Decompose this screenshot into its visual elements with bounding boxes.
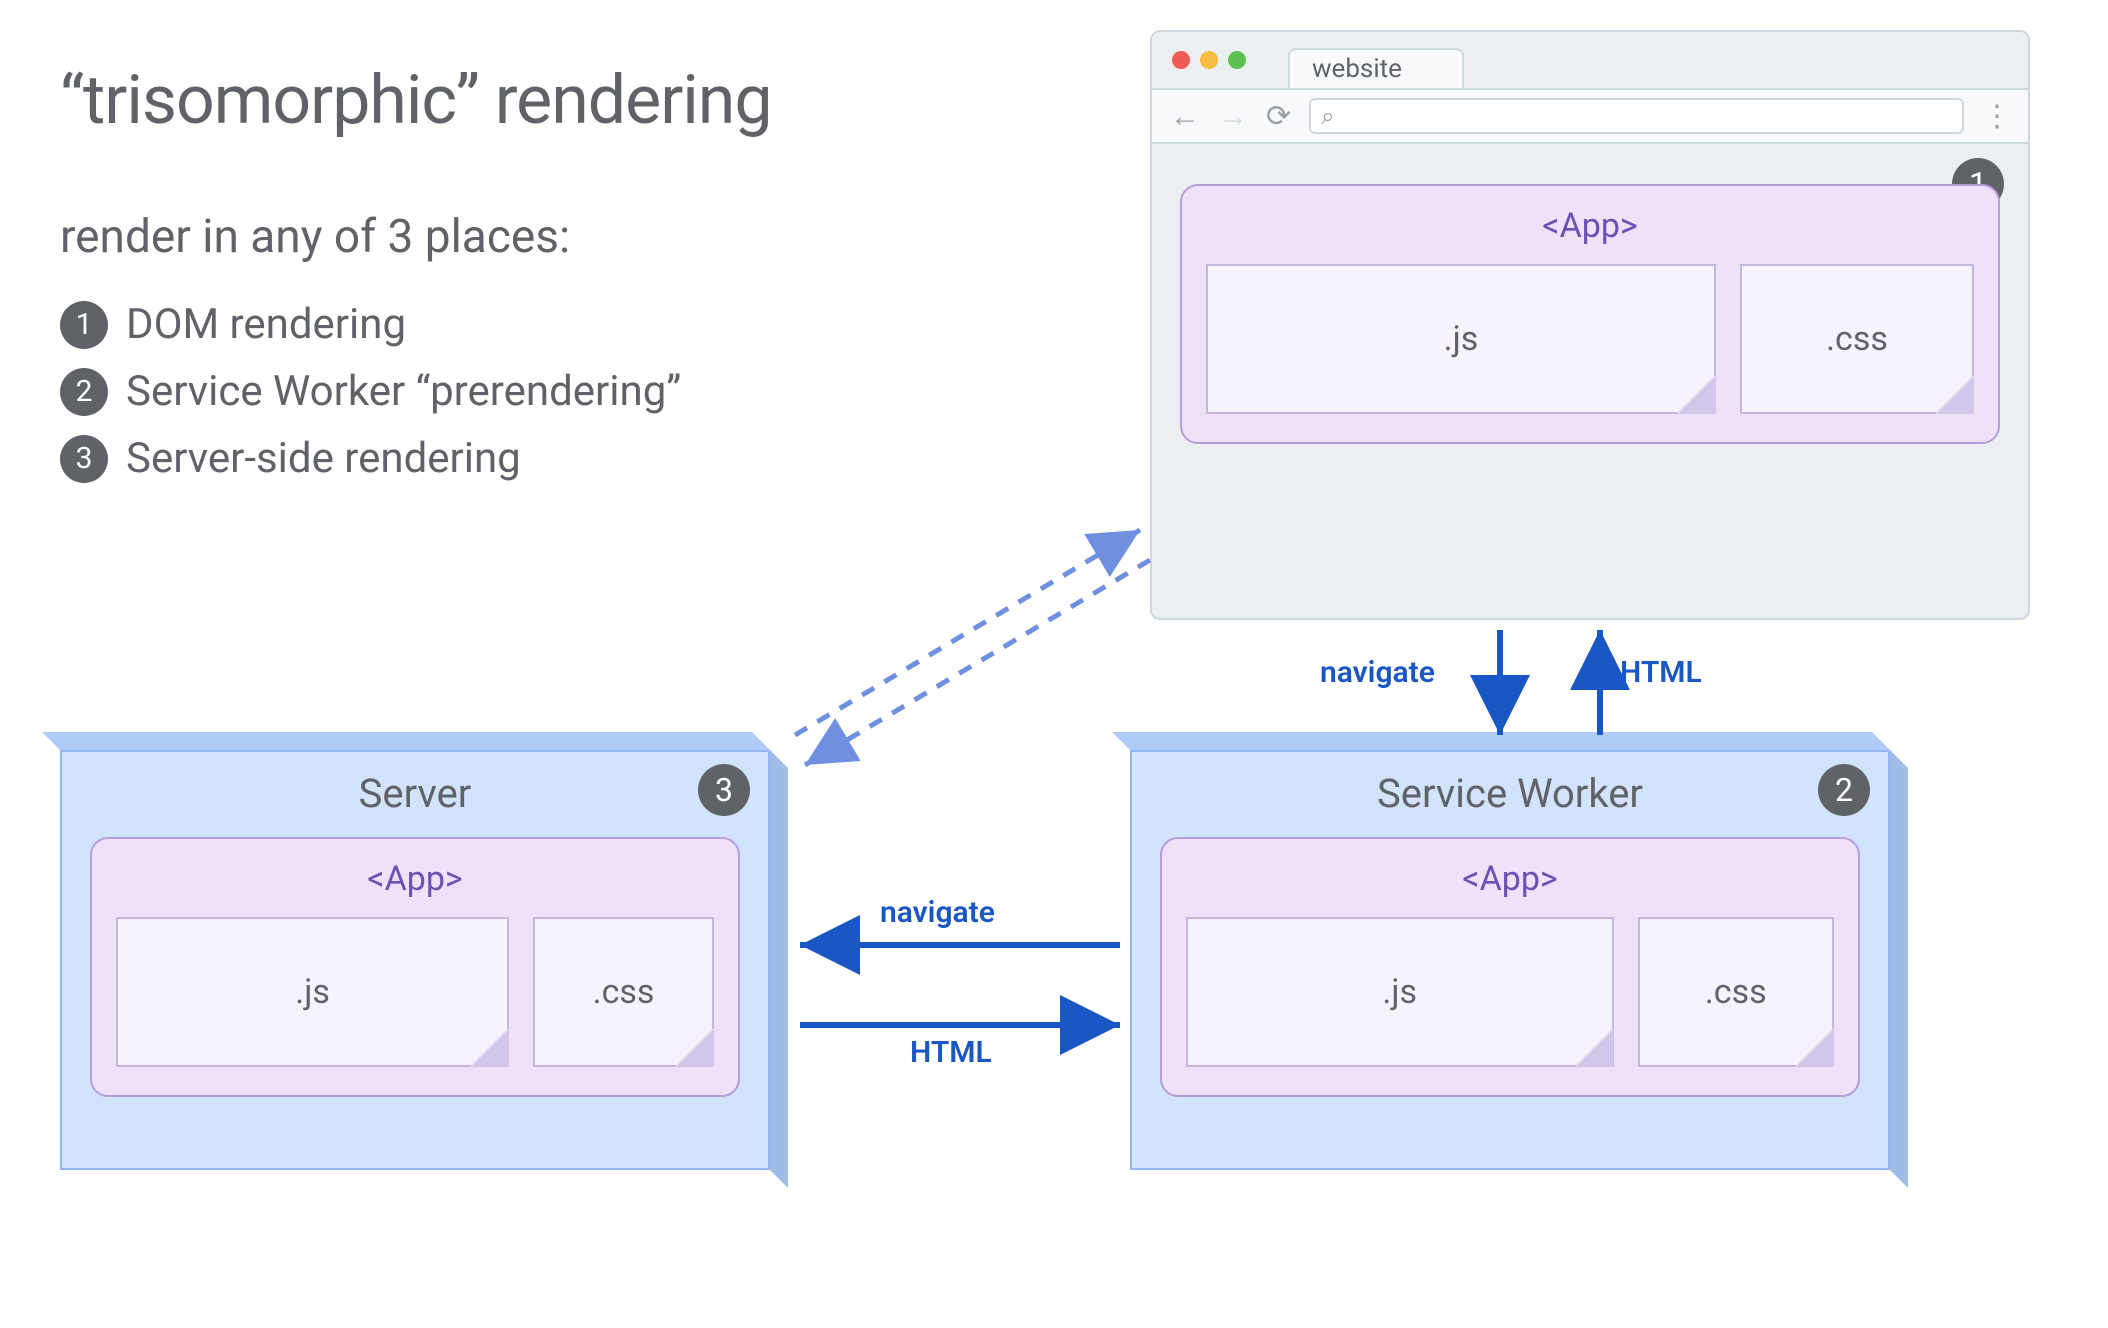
file-css: .css: [1638, 917, 1835, 1067]
app-card: <App> .js .css: [90, 837, 740, 1097]
list-badge-2: 2: [60, 368, 108, 416]
browser-tab: website: [1288, 48, 1464, 88]
list-badge-3: 3: [60, 435, 108, 483]
search-icon: ⌕: [1321, 102, 1334, 130]
file-css-label: .css: [1826, 319, 1888, 359]
forward-icon: →: [1218, 99, 1248, 134]
minimize-icon: [1200, 51, 1218, 69]
list-item: 3 Server-side rendering: [60, 434, 681, 483]
file-css: .css: [533, 917, 714, 1067]
tab-label: website: [1312, 54, 1402, 84]
service-worker-panel: Service Worker 2 <App> .js .css: [1130, 750, 1890, 1170]
arrow-label-html-right: HTML: [910, 1035, 992, 1070]
browser-toolbar: ← → ⟳ ⌕ ⋮: [1152, 88, 2028, 144]
file-js-label: .js: [1382, 972, 1417, 1012]
app-title: <App>: [1186, 855, 1834, 917]
reload-icon: ⟳: [1266, 99, 1291, 134]
page-fold-icon: [1676, 374, 1716, 414]
server-title: Server: [62, 752, 768, 829]
app-title: <App>: [1206, 202, 1974, 264]
traffic-lights: [1172, 51, 1246, 69]
page-fold-icon: [1794, 1027, 1834, 1067]
list-label: Service Worker “prerendering”: [126, 367, 681, 416]
file-css-label: .css: [593, 972, 655, 1012]
close-icon: [1172, 51, 1190, 69]
url-bar: ⌕: [1309, 98, 1964, 134]
sw-title: Service Worker: [1132, 752, 1888, 829]
page-fold-icon: [469, 1027, 509, 1067]
file-js: .js: [116, 917, 509, 1067]
file-css-label: .css: [1705, 972, 1767, 1012]
browser-window: website ← → ⟳ ⌕ ⋮ 1 <App> .js .css: [1150, 30, 2030, 620]
server-badge: 3: [698, 764, 750, 816]
file-js: .js: [1206, 264, 1716, 414]
arrow-browser-to-server-dashed: [805, 560, 1150, 765]
arrow-server-to-browser-dashed: [795, 530, 1140, 735]
diagram-title: “trisomorphic” rendering: [60, 60, 772, 140]
list-badge-1: 1: [60, 301, 108, 349]
page-fold-icon: [674, 1027, 714, 1067]
browser-viewport: <App> .js .css: [1152, 144, 2028, 472]
arrow-label-navigate-left: navigate: [880, 895, 995, 930]
arrow-label-html-up: HTML: [1620, 655, 1702, 690]
file-js: .js: [1186, 917, 1614, 1067]
diagram-subtitle: render in any of 3 places:: [60, 210, 570, 264]
app-card: <App> .js .css: [1180, 184, 2000, 444]
places-list: 1 DOM rendering 2 Service Worker “preren…: [60, 300, 681, 501]
list-item: 2 Service Worker “prerendering”: [60, 367, 681, 416]
file-js-label: .js: [295, 972, 330, 1012]
browser-tabbar: website: [1152, 32, 2028, 88]
sw-badge: 2: [1818, 764, 1870, 816]
list-label: Server-side rendering: [126, 434, 521, 483]
server-panel: Server 3 <App> .js .css: [60, 750, 770, 1170]
back-icon: ←: [1170, 99, 1200, 134]
file-css: .css: [1740, 264, 1974, 414]
maximize-icon: [1228, 51, 1246, 69]
app-title: <App>: [116, 855, 714, 917]
app-card: <App> .js .css: [1160, 837, 1860, 1097]
list-label: DOM rendering: [126, 300, 406, 349]
arrow-label-navigate-down: navigate: [1320, 655, 1435, 690]
list-item: 1 DOM rendering: [60, 300, 681, 349]
page-fold-icon: [1934, 374, 1974, 414]
page-fold-icon: [1574, 1027, 1614, 1067]
menu-icon: ⋮: [1982, 99, 2010, 134]
file-js-label: .js: [1444, 319, 1479, 359]
